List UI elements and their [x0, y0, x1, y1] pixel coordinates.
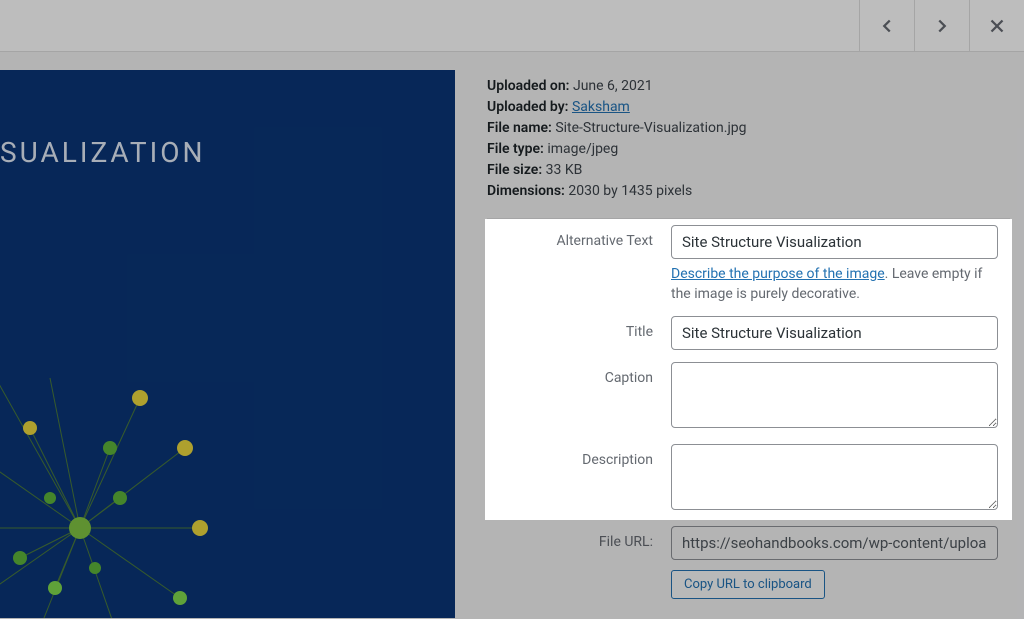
- title-label: Title: [487, 316, 671, 340]
- modal-body: SUALIZATION: [0, 52, 1024, 619]
- caption-input[interactable]: [671, 362, 998, 428]
- media-preview-pane: SUALIZATION: [0, 52, 455, 619]
- description-row: Description: [487, 438, 1010, 520]
- network-graph-icon: [0, 298, 280, 618]
- alt-text-label: Alternative Text: [487, 225, 671, 249]
- alt-text-help: Describe the purpose of the image. Leave…: [671, 265, 998, 304]
- title-row: Title: [487, 310, 1010, 356]
- prev-button[interactable]: [859, 0, 914, 51]
- uploaded-by-label: Uploaded by:: [487, 99, 569, 115]
- file-name-label: File name:: [487, 120, 552, 136]
- highlighted-fields: Alternative Text Describe the purpose of…: [485, 219, 1012, 520]
- copy-url-button[interactable]: Copy URL to clipboard: [671, 570, 825, 599]
- media-preview-image[interactable]: SUALIZATION: [0, 70, 455, 618]
- alt-text-input[interactable]: [671, 225, 998, 259]
- close-button[interactable]: [969, 0, 1024, 51]
- next-button[interactable]: [914, 0, 969, 51]
- dimensions-label: Dimensions:: [487, 183, 565, 199]
- file-name-value: Site-Structure-Visualization.jpg: [555, 120, 746, 136]
- description-input[interactable]: [671, 444, 998, 510]
- uploaded-on-label: Uploaded on:: [487, 78, 569, 94]
- file-url-input[interactable]: [671, 526, 998, 560]
- media-meta: Uploaded on: June 6, 2021 Uploaded by: S…: [487, 76, 1010, 202]
- file-url-label: File URL:: [487, 526, 671, 550]
- file-url-row: File URL: Copy URL to clipboard: [487, 520, 1010, 605]
- chevron-right-icon: [931, 15, 953, 37]
- title-input[interactable]: [671, 316, 998, 350]
- media-details-pane: Uploaded on: June 6, 2021 Uploaded by: S…: [455, 52, 1024, 619]
- alt-text-row: Alternative Text Describe the purpose of…: [487, 219, 1010, 310]
- file-type-value: image/jpeg: [547, 141, 618, 157]
- uploaded-by-link[interactable]: Saksham: [572, 99, 630, 115]
- chevron-left-icon: [876, 15, 898, 37]
- description-label: Description: [487, 444, 671, 468]
- close-icon: [986, 15, 1008, 37]
- alt-help-link[interactable]: Describe the purpose of the image: [671, 266, 885, 282]
- file-type-label: File type:: [487, 141, 544, 157]
- caption-row: Caption: [487, 356, 1010, 438]
- modal-topbar: [0, 0, 1024, 52]
- file-size-label: File size:: [487, 162, 542, 178]
- dimensions-value: 2030 by 1435 pixels: [568, 183, 692, 199]
- caption-label: Caption: [487, 362, 671, 386]
- file-size-value: 33 KB: [546, 162, 583, 178]
- uploaded-on-value: June 6, 2021: [573, 78, 653, 94]
- preview-image-title: SUALIZATION: [0, 136, 205, 169]
